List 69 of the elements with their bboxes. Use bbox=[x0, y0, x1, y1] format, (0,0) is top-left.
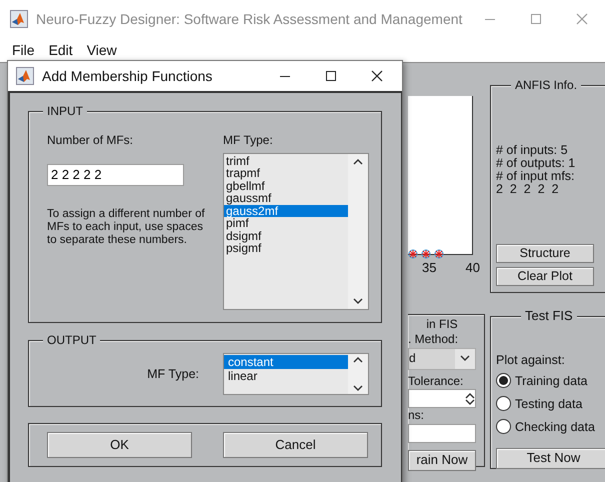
axis-tick-label: 35 bbox=[422, 261, 436, 277]
epochs-field[interactable] bbox=[408, 424, 476, 444]
test-button[interactable]: Test Now bbox=[496, 448, 605, 470]
info-text: # of outputs: 1 bbox=[496, 157, 576, 170]
field-label: MF Type: bbox=[223, 134, 274, 148]
help-text: To assign a different number of MFs to each input, use spaces to separate these numbers. bbox=[47, 208, 206, 247]
info-text: 2 2 2 2 2 bbox=[496, 183, 560, 196]
radio-label: Testing data bbox=[515, 396, 582, 412]
app-icon bbox=[16, 67, 34, 85]
radio-label: Training data bbox=[515, 374, 588, 388]
list-item[interactable]: gbellmf bbox=[224, 180, 348, 192]
radio-button[interactable] bbox=[496, 373, 511, 388]
list-item[interactable]: dsigmf bbox=[224, 230, 348, 242]
scroll-bar[interactable] bbox=[348, 354, 368, 394]
radio-button[interactable] bbox=[496, 419, 511, 434]
scroll-down-icon bbox=[353, 298, 363, 305]
scroll-down-icon bbox=[353, 385, 363, 392]
dialog-button[interactable]: Cancel bbox=[223, 432, 368, 458]
window-title: Neuro-Fuzzy Designer: Software Risk Assessment and Management bbox=[36, 10, 462, 28]
panel-button[interactable]: Structure bbox=[496, 244, 594, 263]
list-item[interactable]: constant bbox=[224, 355, 348, 369]
list-item[interactable]: linear bbox=[224, 369, 348, 383]
list-box[interactable]: constant linear bbox=[223, 353, 369, 395]
list-item[interactable]: trimf bbox=[224, 154, 348, 168]
field-label: Plot against: bbox=[496, 353, 566, 368]
menu-item[interactable]: View bbox=[86, 42, 117, 58]
menu-item[interactable]: File bbox=[12, 42, 35, 58]
list-item[interactable]: pimf bbox=[224, 217, 348, 230]
maximize-icon bbox=[325, 70, 337, 82]
list-item[interactable]: gaussmf bbox=[224, 192, 348, 205]
scroll-bar[interactable] bbox=[348, 154, 368, 309]
radio-label: Checking data bbox=[515, 420, 595, 434]
panel-title: Test FIS bbox=[521, 309, 577, 323]
method-dropdown[interactable]: d bbox=[408, 348, 476, 370]
mf-count-field[interactable]: 2 2 2 2 2 bbox=[47, 164, 184, 186]
dialog-button[interactable]: OK bbox=[47, 432, 192, 458]
radio-button[interactable] bbox=[496, 396, 511, 412]
field-label: . Method: bbox=[408, 332, 460, 347]
field-label: Tolerance: bbox=[408, 374, 464, 388]
panel-button[interactable]: Clear Plot bbox=[496, 267, 594, 286]
group-title: OUTPUT bbox=[43, 333, 100, 347]
train-button[interactable]: rain Now bbox=[408, 450, 476, 472]
info-text: # of inputs: 5 bbox=[496, 144, 569, 157]
app-icon bbox=[10, 10, 28, 28]
scroll-up-icon bbox=[353, 158, 363, 165]
panel-title: ANFIS Info. bbox=[511, 78, 582, 92]
axis-tick-label: 40 bbox=[466, 261, 480, 277]
field-label: MF Type: bbox=[147, 366, 199, 382]
list-item[interactable]: gauss2mf bbox=[224, 204, 348, 218]
scroll-up-icon bbox=[353, 356, 363, 363]
dialog-title: Add Membership Functions bbox=[42, 68, 212, 84]
dropdown-value: d bbox=[409, 352, 417, 366]
group-title: INPUT bbox=[43, 104, 87, 118]
dropdown-caret-icon bbox=[460, 355, 470, 362]
panel-title: in FIS bbox=[425, 318, 459, 332]
markers-drawing bbox=[408, 249, 444, 259]
list-item[interactable]: psigmf bbox=[224, 242, 348, 255]
list-item[interactable]: trapmf bbox=[224, 167, 348, 180]
field-label: Number of MFs: bbox=[47, 134, 134, 148]
info-text: # of input mfs: bbox=[496, 170, 576, 183]
spin-down-icon bbox=[465, 398, 475, 406]
close-icon bbox=[371, 70, 383, 82]
field-label: ns: bbox=[408, 409, 426, 424]
close-icon bbox=[576, 13, 588, 25]
tolerance-field[interactable] bbox=[408, 389, 476, 408]
spin-up-icon bbox=[465, 392, 475, 399]
menu-item[interactable]: Edit bbox=[48, 42, 73, 58]
list-box[interactable]: trimf trapmf gbellmf gaussmf gauss2mf pimf dsigmf psigmf bbox=[223, 152, 369, 310]
maximize-icon bbox=[530, 13, 542, 25]
